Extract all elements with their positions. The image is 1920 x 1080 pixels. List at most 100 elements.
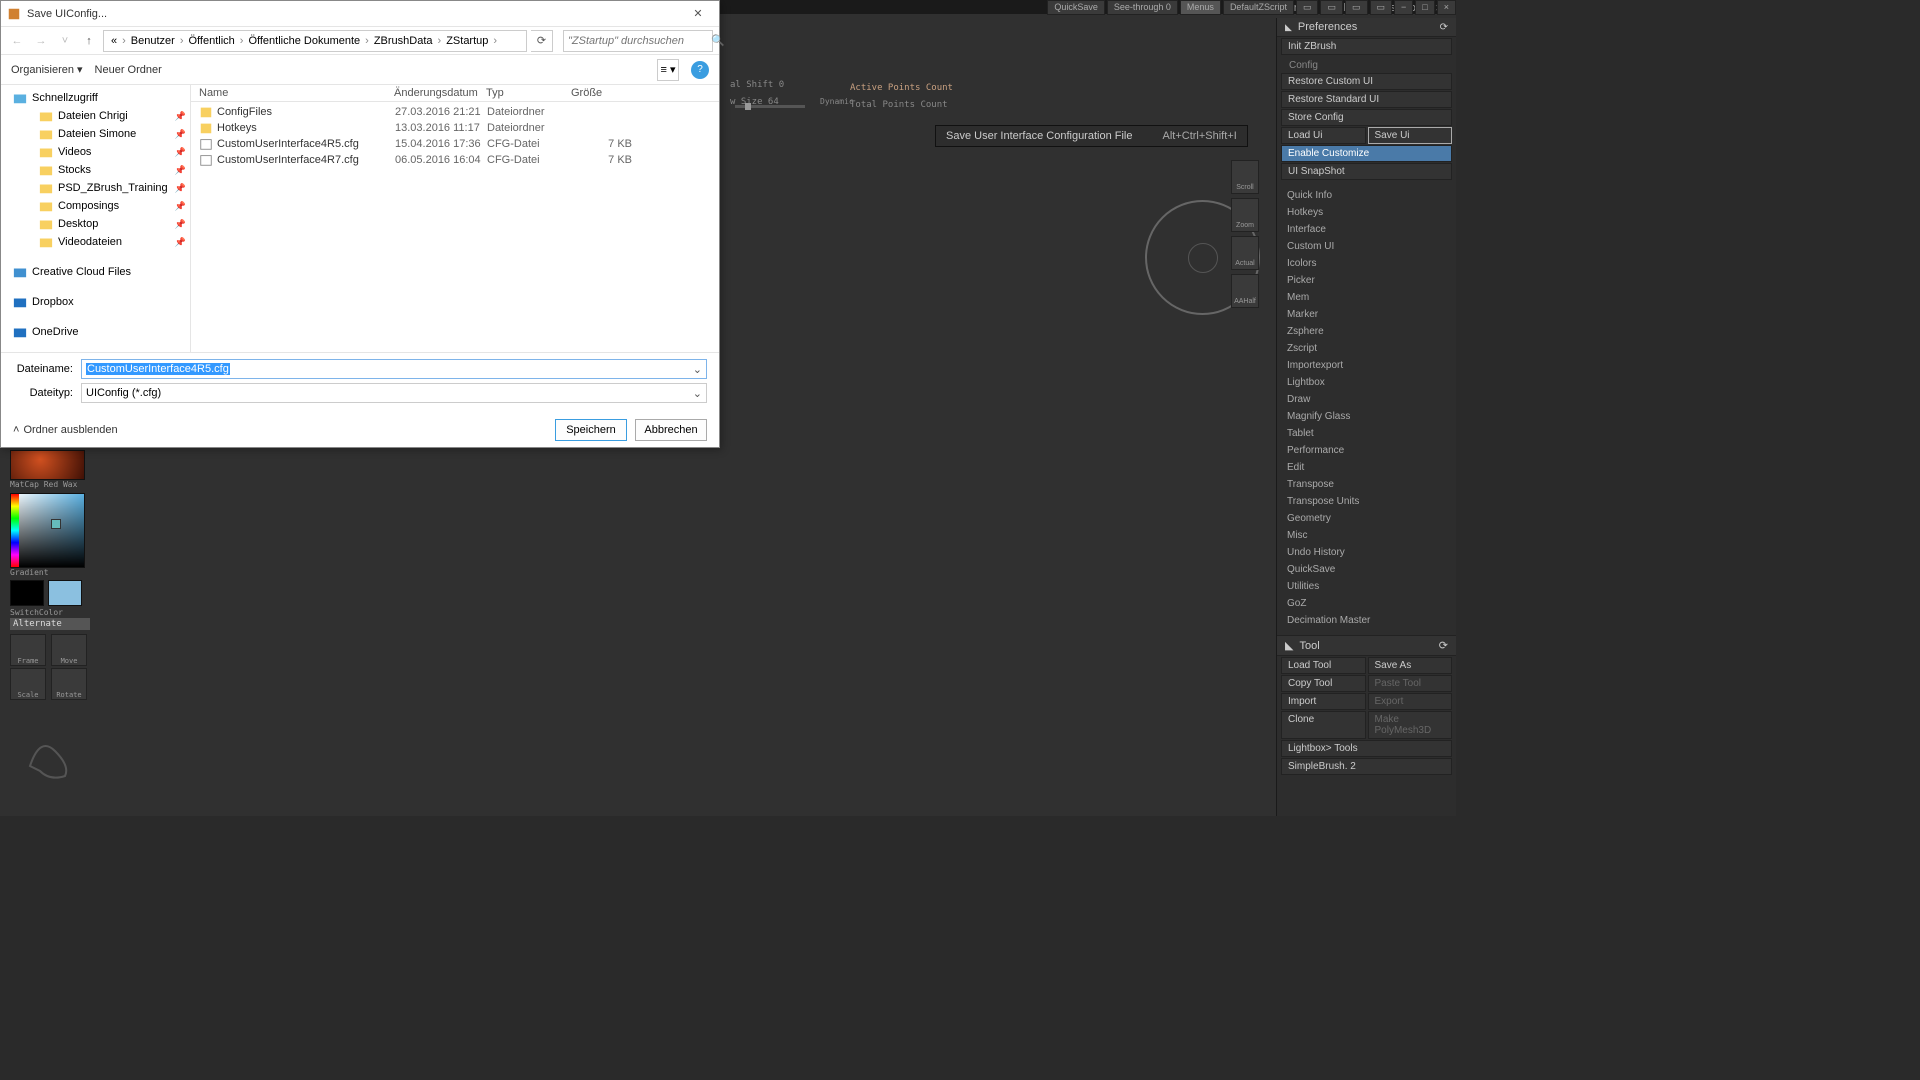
simplebrush-item[interactable]: SimpleBrush. 2 <box>1281 758 1452 775</box>
tree-item[interactable]: Schnellzugriff <box>1 89 190 107</box>
pref-category[interactable]: Quick Info <box>1277 187 1456 204</box>
copy-tool-button[interactable]: Copy Tool <box>1281 675 1366 692</box>
organize-dropdown[interactable]: Organisieren ▾ <box>11 63 83 76</box>
switchcolor-label[interactable]: SwitchColor <box>10 608 90 617</box>
search-icon[interactable]: 🔍 <box>711 34 725 47</box>
restore-custom-ui-button[interactable]: Restore Custom UI <box>1281 73 1452 90</box>
pref-category[interactable]: Zsphere <box>1277 323 1456 340</box>
file-row[interactable]: CustomUserInterface4R5.cfg15.04.2016 17:… <box>199 136 711 152</box>
search-box[interactable]: 🔍 <box>563 30 713 52</box>
lightbox-tools-button[interactable]: Lightbox> Tools <box>1281 740 1452 757</box>
pref-category[interactable]: Importexport <box>1277 357 1456 374</box>
window-icon[interactable]: ▭ <box>1345 0 1368 15</box>
help-icon[interactable]: ? <box>691 61 709 79</box>
import-button[interactable]: Import <box>1281 693 1366 710</box>
defaultzscript-button[interactable]: DefaultZScript <box>1223 0 1294 15</box>
new-folder-button[interactable]: Neuer Ordner <box>95 64 162 76</box>
enable-customize-toggle[interactable]: Enable Customize <box>1281 145 1452 162</box>
tree-item[interactable]: Videos📌 <box>1 143 190 161</box>
breadcrumb-item[interactable]: ZBrushData <box>371 35 436 47</box>
tree-item[interactable]: PSD_ZBrush_Training📌 <box>1 179 190 197</box>
pref-category[interactable]: Marker <box>1277 306 1456 323</box>
pref-category[interactable]: Transpose Units <box>1277 493 1456 510</box>
pref-category[interactable]: Picker <box>1277 272 1456 289</box>
chevron-down-icon[interactable]: ⌄ <box>693 363 702 376</box>
ui-snapshot-button[interactable]: UI SnapShot <box>1281 163 1452 180</box>
breadcrumb-item[interactable]: Öffentlich <box>186 35 238 47</box>
store-config-button[interactable]: Store Config <box>1281 109 1452 126</box>
load-tool-button[interactable]: Load Tool <box>1281 657 1366 674</box>
pref-category[interactable]: Tablet <box>1277 425 1456 442</box>
back-button[interactable]: ← <box>7 31 27 51</box>
gizmo-rotate-button[interactable]: Rotate <box>51 668 87 700</box>
save-button[interactable]: Speichern <box>555 419 627 441</box>
breadcrumb-item[interactable]: Öffentliche Dokumente <box>245 35 363 47</box>
clone-button[interactable]: Clone <box>1281 711 1366 739</box>
filetype-dropdown[interactable]: UIConfig (*.cfg) ⌄ <box>81 383 707 403</box>
pref-category[interactable]: Mem <box>1277 289 1456 306</box>
pref-category[interactable]: Custom UI <box>1277 238 1456 255</box>
refresh-icon[interactable]: ⟳ <box>1440 22 1448 33</box>
tree-item[interactable]: Creative Cloud Files <box>1 263 190 281</box>
chevron-down-icon[interactable]: ⌄ <box>693 387 702 400</box>
pref-category[interactable]: Transpose <box>1277 476 1456 493</box>
pref-category[interactable]: Decimation Master <box>1277 612 1456 629</box>
folder-row[interactable]: ConfigFiles27.03.2016 21:21Dateiordner <box>199 104 711 120</box>
window-icon[interactable]: ▭ <box>1370 0 1393 15</box>
tree-item[interactable]: Dropbox <box>1 293 190 311</box>
pref-category[interactable]: Draw <box>1277 391 1456 408</box>
pref-category[interactable]: Performance <box>1277 442 1456 459</box>
swatch-secondary[interactable] <box>10 580 44 606</box>
search-input[interactable] <box>568 35 711 47</box>
minimize-icon[interactable]: − <box>1394 0 1413 15</box>
gizmo-scale-button[interactable]: Scale <box>10 668 46 700</box>
pref-category[interactable]: Hotkeys <box>1277 204 1456 221</box>
alternate-button[interactable]: Alternate <box>10 618 90 630</box>
restore-standard-ui-button[interactable]: Restore Standard UI <box>1281 91 1452 108</box>
folder-row[interactable]: Hotkeys13.03.2016 11:17Dateiordner <box>199 120 711 136</box>
refresh-button[interactable]: ⟳ <box>531 30 553 52</box>
filename-input[interactable]: CustomUserInterface4R5.cfg ⌄ <box>81 359 707 379</box>
pref-category[interactable]: Zscript <box>1277 340 1456 357</box>
tool-header[interactable]: ◣ Tool ⟳ <box>1277 635 1456 656</box>
refresh-icon[interactable]: ⟳ <box>1439 639 1448 652</box>
close-icon[interactable]: ✕ <box>683 7 713 20</box>
pref-category[interactable]: Undo History <box>1277 544 1456 561</box>
tree-item[interactable]: OneDrive <box>1 323 190 341</box>
save-ui-button[interactable]: Save Ui <box>1368 127 1453 144</box>
file-row[interactable]: CustomUserInterface4R7.cfg06.05.2016 16:… <box>199 152 711 168</box>
tree-item[interactable]: Stocks📌 <box>1 161 190 179</box>
color-picker[interactable] <box>10 493 85 568</box>
pref-category[interactable]: Utilities <box>1277 578 1456 595</box>
viewport-tool-aahalf[interactable]: AAHalf <box>1231 274 1259 308</box>
up-button[interactable]: ↑ <box>79 31 99 51</box>
breadcrumb-item[interactable]: ZStartup <box>443 35 491 47</box>
window-icon[interactable]: ▭ <box>1320 0 1343 15</box>
viewport-tool-zoom[interactable]: Zoom <box>1231 198 1259 232</box>
pref-category[interactable]: Interface <box>1277 221 1456 238</box>
pref-category[interactable]: Edit <box>1277 459 1456 476</box>
cancel-button[interactable]: Abbrechen <box>635 419 707 441</box>
tree-item[interactable]: Dateien Simone📌 <box>1 125 190 143</box>
file-list-header[interactable]: Name Änderungsdatum Typ Größe <box>191 85 719 102</box>
view-mode-dropdown[interactable]: ≡ ▾ <box>657 59 679 81</box>
breadcrumb[interactable]: «›Benutzer›Öffentlich›Öffentliche Dokume… <box>103 30 527 52</box>
pref-category[interactable]: QuickSave <box>1277 561 1456 578</box>
seethrough-slider[interactable]: See-through 0 <box>1107 0 1178 15</box>
menus-button[interactable]: Menus <box>1180 0 1221 15</box>
save-as-button[interactable]: Save As <box>1368 657 1453 674</box>
pref-category[interactable]: Misc <box>1277 527 1456 544</box>
pref-category[interactable]: Lightbox <box>1277 374 1456 391</box>
hide-folders-toggle[interactable]: ˄Ordner ausblenden <box>13 424 118 436</box>
breadcrumb-item[interactable]: « <box>108 35 120 47</box>
recent-dropdown[interactable]: ˅ <box>55 31 75 51</box>
breadcrumb-item[interactable]: Benutzer <box>128 35 178 47</box>
draw-size-slider[interactable] <box>735 105 805 108</box>
close-icon[interactable]: × <box>1437 0 1456 15</box>
pref-category[interactable]: Magnify Glass <box>1277 408 1456 425</box>
tree-item[interactable]: Dateien Chrigi📌 <box>1 107 190 125</box>
window-icon[interactable]: ▭ <box>1296 0 1319 15</box>
init-zbrush-button[interactable]: Init ZBrush <box>1281 38 1452 55</box>
viewport-tool-scroll[interactable]: Scroll <box>1231 160 1259 194</box>
preferences-header[interactable]: ◣ Preferences ⟳ <box>1277 18 1456 37</box>
